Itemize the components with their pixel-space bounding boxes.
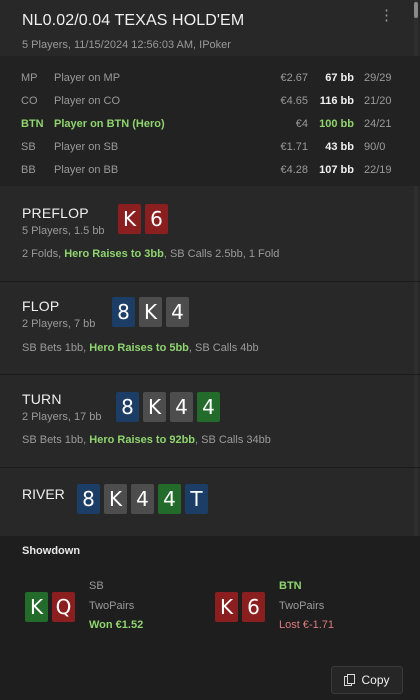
street-flop-info: 2 Players, 7 bb — [22, 318, 96, 330]
action-text: SB Bets 1bb, — [22, 342, 90, 354]
player-stack: €2.67 — [280, 72, 308, 84]
player-stats: 22/19 — [364, 164, 392, 176]
showdown-title: Showdown — [22, 545, 81, 557]
playing-card: 4 — [166, 297, 189, 327]
playing-card: K — [139, 297, 162, 327]
player-row: CO Player on CO €4.65 116 bb 21/20 — [0, 91, 420, 113]
hero-action: Hero Raises to 5bb — [89, 342, 189, 354]
divider — [0, 281, 420, 282]
player-stack-bb: 100 bb — [319, 118, 354, 130]
playing-card: 4 — [197, 392, 220, 422]
player-stack-bb: 116 bb — [319, 95, 354, 107]
playing-card: 8 — [77, 484, 100, 514]
player-row: SB Player on SB €1.71 43 bb 90/0 — [0, 137, 420, 159]
playing-card: K — [118, 204, 141, 234]
playing-card: K — [143, 392, 166, 422]
player-stack: €1.71 — [280, 141, 308, 153]
playing-card: 4 — [131, 484, 154, 514]
showdown-panel: Showdown K Q SB TwoPairs Won €1.52 K 6 B… — [0, 536, 420, 700]
action-text: 2 Folds, — [22, 248, 65, 260]
playing-card: 8 — [116, 392, 139, 422]
player-row: MP Player on MP €2.67 67 bb 29/29 — [0, 68, 420, 90]
player-stack: €4 — [295, 118, 308, 130]
turn-actions: SB Bets 1bb, Hero Raises to 92bb, SB Cal… — [22, 434, 271, 446]
player-stack-bb: 67 bb — [325, 72, 354, 84]
player-stack: €4.28 — [280, 164, 308, 176]
playing-card: 4 — [170, 392, 193, 422]
showdown-left-position: SB — [89, 580, 104, 592]
player-name: Player on MP — [54, 72, 121, 84]
player-stats: 90/0 — [364, 141, 386, 153]
copy-button-label: Copy — [361, 673, 390, 687]
player-position: BTN — [21, 118, 44, 130]
street-turn-info: 2 Players, 17 bb — [22, 411, 102, 423]
hand-header: NL0.02/0.04 TEXAS HOLD'EM 5 Players, 11/… — [22, 12, 398, 51]
copy-button[interactable]: Copy — [331, 666, 403, 694]
street-flop-label: FLOP — [22, 298, 60, 314]
showdown-right-hand: TwoPairs — [279, 600, 325, 612]
showdown-left-cards: K Q — [25, 592, 75, 622]
player-position: MP — [21, 72, 38, 84]
player-row: BB Player on BB €4.28 107 bb 22/19 — [0, 160, 420, 182]
player-stats: 21/20 — [364, 95, 392, 107]
street-river-label: RIVER — [22, 486, 65, 502]
playing-card: 6 — [242, 592, 265, 622]
playing-card: K — [104, 484, 127, 514]
showdown-right-result: Lost €-1.71 — [279, 619, 335, 631]
preflop-hole-cards: K 6 — [118, 204, 168, 234]
player-stack-bb: 43 bb — [325, 141, 354, 153]
players-table: MP Player on MP €2.67 67 bb 29/29 CO Pla… — [0, 56, 420, 186]
divider — [0, 467, 420, 468]
playing-card: Q — [52, 592, 75, 622]
player-stats: 24/21 — [364, 118, 392, 130]
showdown-right-cards: K 6 — [215, 592, 265, 622]
preflop-actions: 2 Folds, Hero Raises to 3bb, SB Calls 2.… — [22, 248, 279, 260]
street-preflop-label: PREFLOP — [22, 205, 89, 221]
flop-board-cards: 8 K 4 — [112, 297, 189, 327]
player-position: BB — [21, 164, 36, 176]
hand-subtitle: 5 Players, 11/15/2024 12:56:03 AM, IPoke… — [22, 39, 231, 51]
playing-card: 4 — [158, 484, 181, 514]
playing-card: T — [185, 484, 208, 514]
action-text: SB Bets 1bb, — [22, 434, 90, 446]
action-text: , SB Calls 34bb — [195, 434, 271, 446]
kebab-menu-icon[interactable]: ⋮ — [379, 6, 394, 24]
showdown-left-result: Won €1.52 — [89, 619, 144, 631]
player-name: Player on BB — [54, 164, 119, 176]
copy-icon — [344, 674, 356, 686]
showdown-left-hand: TwoPairs — [89, 600, 135, 612]
player-stack: €4.65 — [280, 95, 308, 107]
scrollbar-thumb[interactable] — [414, 2, 418, 18]
hand-title: NL0.02/0.04 TEXAS HOLD'EM — [22, 12, 245, 29]
playing-card: K — [215, 592, 238, 622]
turn-board-cards: 8 K 4 4 — [116, 392, 220, 422]
player-position: SB — [21, 141, 36, 153]
playing-card: 8 — [112, 297, 135, 327]
playing-card: K — [25, 592, 48, 622]
street-preflop-info: 5 Players, 1.5 bb — [22, 225, 105, 237]
player-name: Player on CO — [54, 95, 121, 107]
player-stack-bb: 107 bb — [319, 164, 354, 176]
player-name: Player on SB — [54, 141, 119, 153]
action-text: , SB Calls 2.5bb, 1 Fold — [163, 248, 280, 260]
street-turn-label: TURN — [22, 391, 62, 407]
hero-action: Hero Raises to 92bb — [89, 434, 196, 446]
river-board-cards: 8 K 4 4 T — [77, 484, 208, 514]
player-stats: 29/29 — [364, 72, 392, 84]
action-text: , SB Calls 4bb — [188, 342, 259, 354]
player-row-hero: BTN Player on BTN (Hero) €4 100 bb 24/21 — [0, 114, 420, 136]
player-name: Player on BTN (Hero) — [54, 118, 165, 130]
player-position: CO — [21, 95, 38, 107]
divider — [0, 374, 420, 375]
playing-card: 6 — [145, 204, 168, 234]
showdown-right-position: BTN — [279, 580, 302, 592]
flop-actions: SB Bets 1bb, Hero Raises to 5bb, SB Call… — [22, 342, 259, 354]
hero-action: Hero Raises to 3bb — [64, 248, 164, 260]
